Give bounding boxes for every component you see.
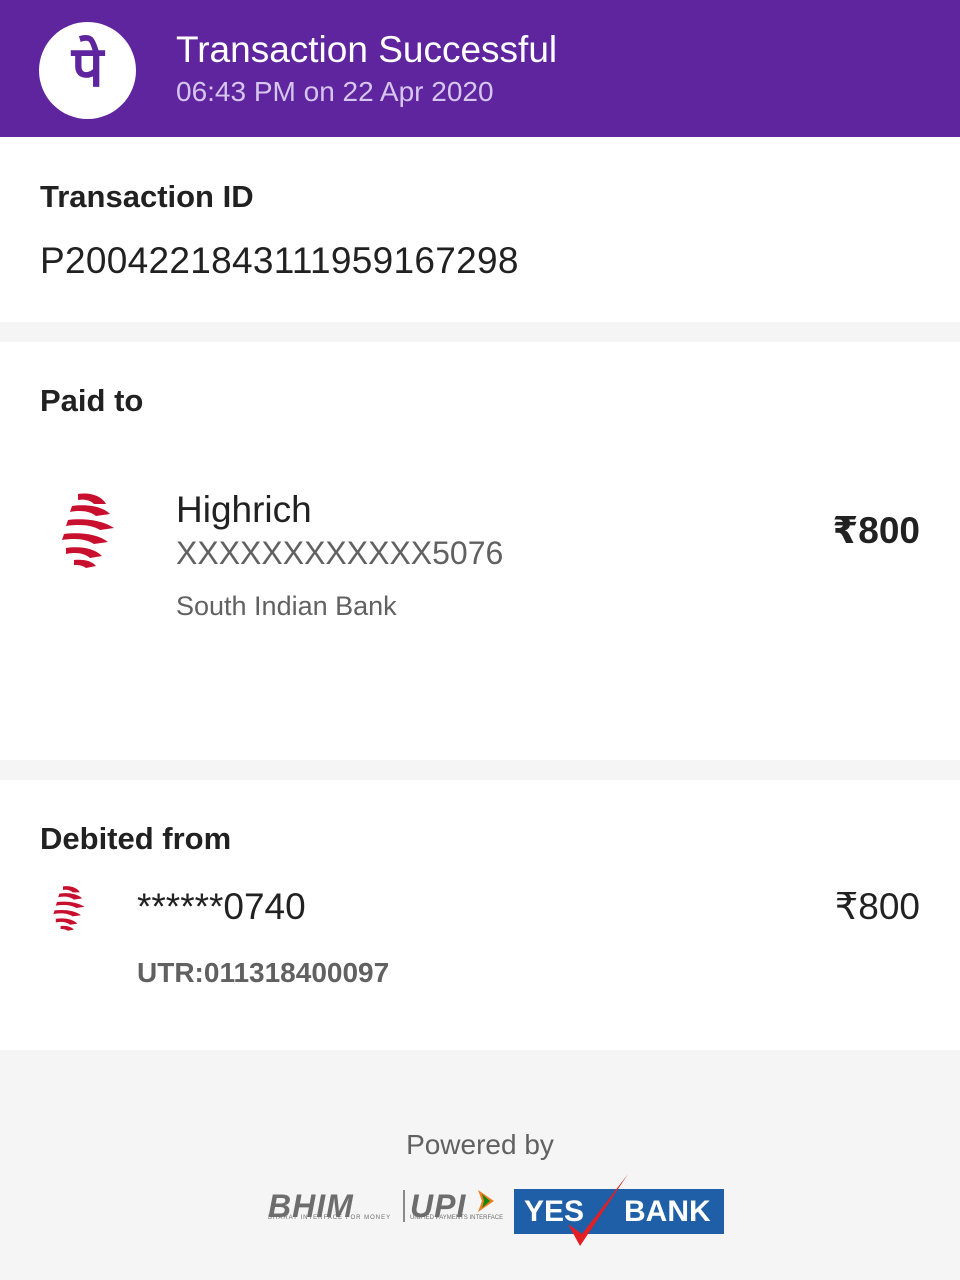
transaction-id-label: Transaction ID bbox=[40, 179, 254, 214]
utr-number[interactable]: UTR:011318400097 bbox=[137, 956, 389, 990]
page-title: Transaction Successful bbox=[176, 29, 558, 70]
debited-from-label: Debited from bbox=[40, 821, 232, 856]
south-indian-bank-logo-icon bbox=[53, 886, 85, 931]
payee-account-number: XXXXXXXXXXXX5076 bbox=[176, 535, 504, 571]
upi-arrow-icon bbox=[478, 1190, 494, 1212]
footer bbox=[0, 1050, 960, 1280]
section-divider bbox=[0, 760, 960, 780]
debit-account-number: ******0740 bbox=[137, 886, 306, 927]
transaction-timestamp: 06:43 PM on 22 Apr 2020 bbox=[176, 76, 494, 107]
paid-to-label: Paid to bbox=[40, 383, 144, 418]
yes-bank-tick-icon bbox=[568, 1174, 628, 1246]
debited-amount: ₹800 bbox=[834, 886, 920, 927]
bhim-tagline: BHARAT INTERFACE FOR MONEY bbox=[268, 1215, 392, 1221]
south-indian-bank-logo-icon bbox=[62, 493, 114, 568]
yes-bank-bank-text: BANK bbox=[624, 1195, 711, 1228]
transaction-id-value[interactable]: P2004221843111959167298 bbox=[40, 240, 519, 282]
payee-name: Highrich bbox=[176, 489, 312, 530]
upi-tagline: UNIFIED PAYMENTS INTERFACE bbox=[410, 1215, 504, 1221]
phonepe-logo-icon: पे bbox=[39, 22, 136, 119]
payee-bank-name: South Indian Bank bbox=[176, 591, 397, 621]
powered-by-label: Powered by bbox=[406, 1129, 554, 1160]
header-bar: पे Transaction Successful 06:43 PM on 22… bbox=[0, 0, 960, 137]
logo-separator bbox=[403, 1190, 405, 1222]
section-divider bbox=[0, 322, 960, 342]
paid-amount: ₹800 bbox=[832, 510, 920, 551]
logo-glyph: पे bbox=[71, 34, 104, 100]
